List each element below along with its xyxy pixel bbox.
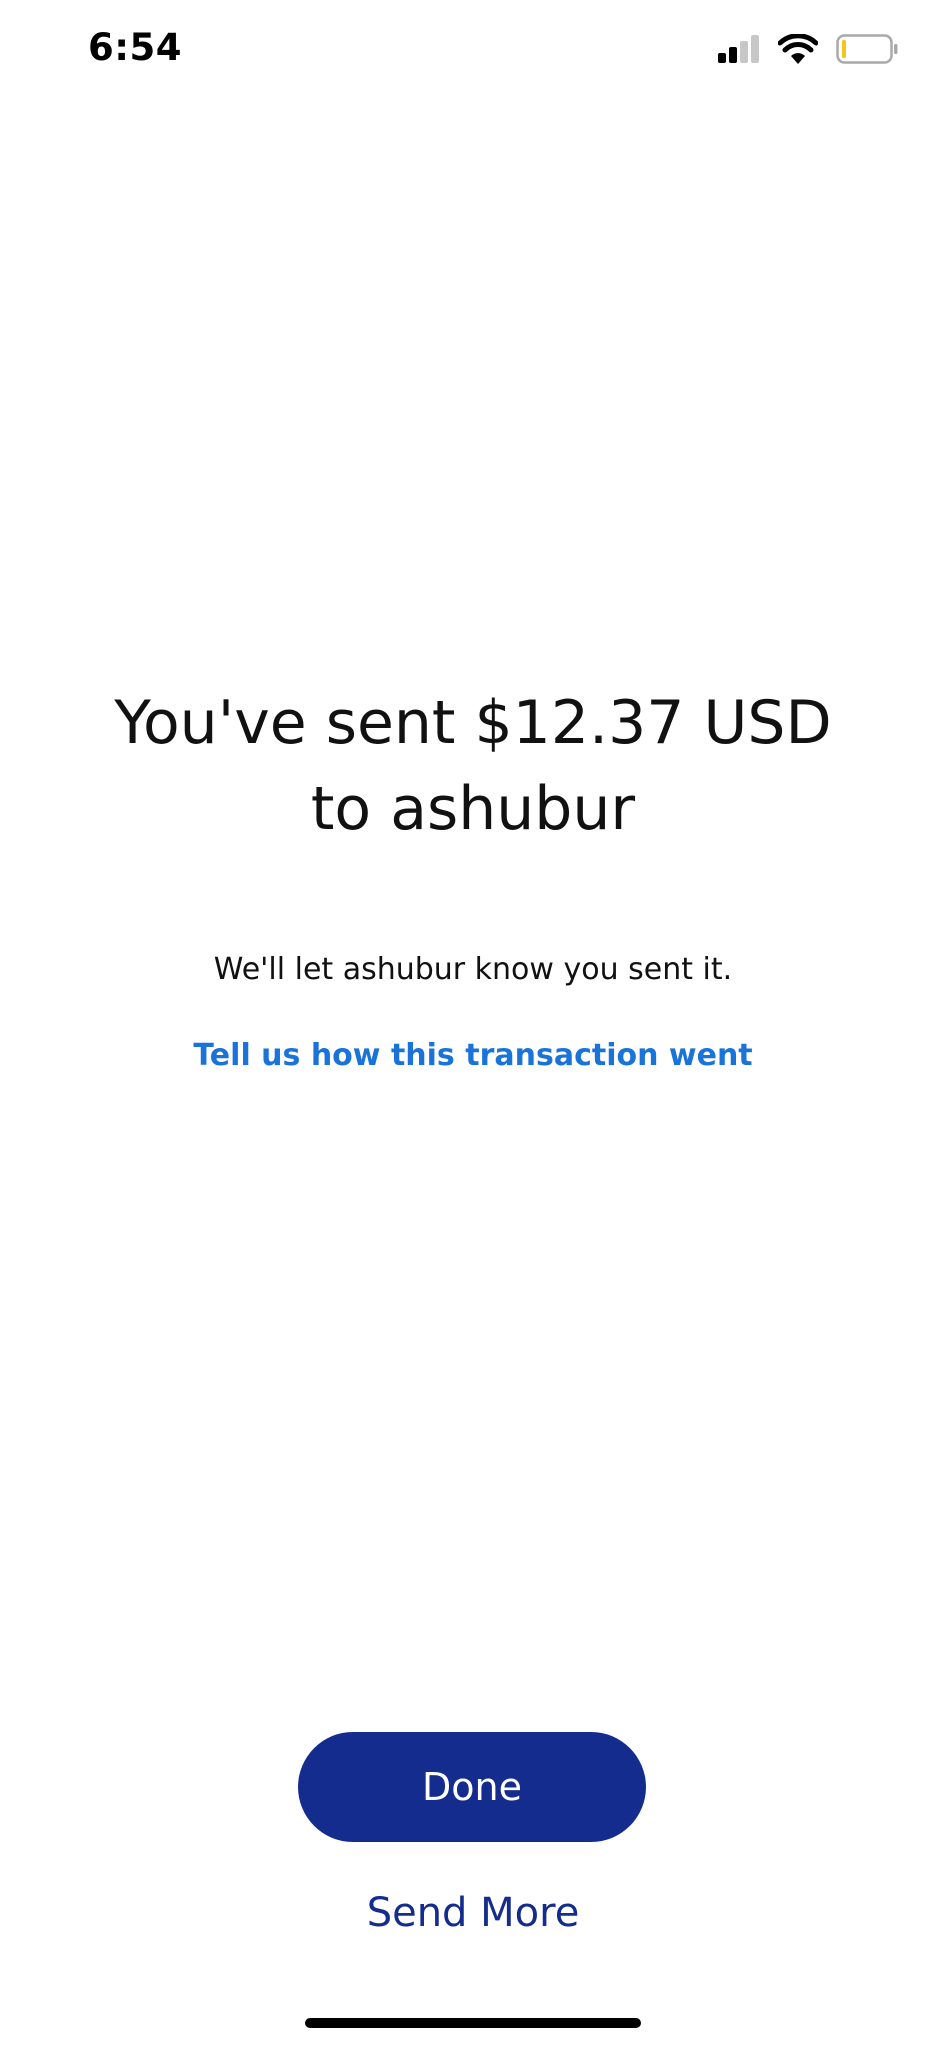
status-time: 6:54 <box>88 26 183 69</box>
confirmation-headline: You've sent $12.37 USD to ashubur <box>114 688 832 844</box>
confirmation-content: You've sent $12.37 USD to ashubur We'll … <box>0 680 946 1076</box>
status-icons <box>718 34 898 64</box>
recipient-notice: We'll let ashubur know you sent it. <box>213 952 733 987</box>
home-indicator <box>305 2018 641 2028</box>
done-button[interactable]: Done <box>298 1732 646 1842</box>
cellular-signal-icon <box>718 35 759 63</box>
status-bar: 6:54 <box>0 0 946 100</box>
send-more-link[interactable]: Send More <box>0 1890 946 1936</box>
battery-icon <box>836 34 898 64</box>
transaction-feedback-link[interactable]: Tell us how this transaction went <box>193 1036 752 1076</box>
wifi-icon <box>778 34 818 64</box>
